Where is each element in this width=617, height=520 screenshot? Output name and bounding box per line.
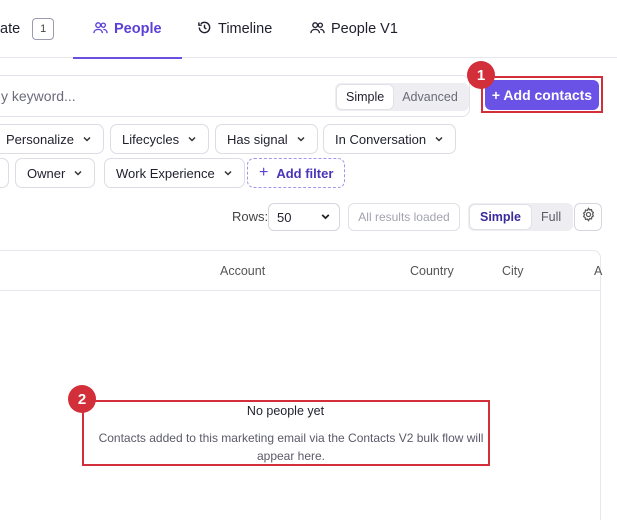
all-results-loaded-button: All results loaded — [348, 203, 460, 231]
search-mode-toggle: Simple Advanced — [335, 83, 469, 111]
table-settings-button[interactable] — [574, 203, 602, 231]
view-mode-simple[interactable]: Simple — [470, 205, 531, 229]
filter-has-signal[interactable]: Has signal — [215, 124, 318, 154]
gear-icon — [581, 207, 596, 227]
filter-lifecycles-label: Lifecycles — [122, 131, 180, 147]
empty-state-description-line-1: Contacts added to this marketing email v… — [98, 431, 484, 445]
search-bar: Simple Advanced — [0, 75, 470, 117]
tab-people-v1[interactable]: People V1 — [310, 0, 398, 58]
search-input[interactable] — [1, 76, 311, 116]
callout-number-2: 2 — [68, 385, 96, 413]
rows-per-page-value: 50 — [277, 209, 292, 225]
tab-people-label: People — [114, 21, 162, 37]
filter-in-conversation[interactable]: In Conversation — [323, 124, 457, 154]
column-header-country[interactable]: Country — [410, 264, 454, 278]
column-header-partial[interactable]: A — [594, 264, 602, 278]
chevron-down-icon — [296, 132, 306, 147]
empty-state-description: Contacts added to this marketing email v… — [81, 429, 501, 465]
empty-state-description-line-2: appear here. — [256, 449, 326, 463]
search-mode-advanced[interactable]: Advanced — [393, 85, 467, 109]
people-icon — [310, 20, 325, 39]
filter-work-experience[interactable]: Work Experience — [104, 158, 245, 188]
history-icon — [197, 20, 212, 39]
tab-timeline-label: Timeline — [218, 21, 273, 37]
column-header-city[interactable]: City — [502, 264, 524, 278]
filter-owner[interactable]: Owner — [15, 158, 96, 188]
chevron-down-icon — [82, 132, 92, 147]
add-filter-label: Add filter — [276, 165, 334, 181]
column-header-account[interactable]: Account — [220, 264, 265, 278]
filter-personalize[interactable]: Personalize — [0, 124, 104, 154]
tab-people-v1-label: People V1 — [331, 21, 398, 37]
view-mode-toggle: Simple Full — [468, 203, 574, 231]
filter-chip-partial[interactable] — [0, 158, 9, 188]
filter-has-signal-label: Has signal — [227, 131, 288, 147]
people-icon — [93, 20, 108, 39]
chevron-down-icon — [73, 166, 83, 181]
tab-update-label: ate — [0, 21, 21, 37]
tab-update-count-badge: 1 — [32, 18, 55, 40]
people-table: Account Country City A No people yet Con… — [0, 250, 602, 520]
add-filter-button[interactable]: + Add filter — [247, 158, 346, 188]
chevron-down-icon — [223, 166, 233, 181]
plus-icon: + — [259, 164, 269, 181]
search-mode-simple[interactable]: Simple — [337, 85, 394, 109]
tab-update[interactable]: ate 1 — [0, 0, 55, 58]
chevron-down-icon — [187, 132, 197, 147]
chevron-down-icon — [434, 132, 444, 147]
filter-lifecycles[interactable]: Lifecycles — [110, 124, 210, 154]
view-mode-full[interactable]: Full — [531, 205, 571, 229]
filter-work-experience-label: Work Experience — [116, 165, 215, 181]
add-contacts-button[interactable]: + Add contacts — [485, 80, 599, 110]
callout-number-1: 1 — [467, 61, 495, 89]
tab-people[interactable]: People — [73, 0, 182, 59]
filter-owner-label: Owner — [27, 165, 66, 181]
filter-personalize-label: Personalize — [6, 131, 74, 147]
rows-label: Rows: — [232, 209, 269, 224]
table-header: Account Country City A — [0, 251, 602, 291]
tab-bar: ate 1 People Timeline People V1 — [0, 0, 617, 59]
filter-in-conversation-label: In Conversation — [335, 131, 427, 147]
chevron-down-icon — [320, 210, 331, 225]
rows-per-page-select[interactable]: 50 — [268, 203, 340, 231]
tab-timeline[interactable]: Timeline — [197, 0, 272, 58]
